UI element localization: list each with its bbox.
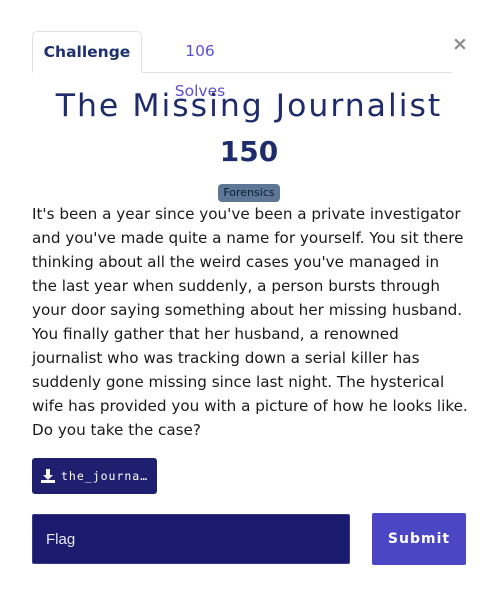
challenge-title: The Missing Journalist	[55, 88, 443, 124]
tab-solves[interactable]: 106 Solves	[159, 31, 241, 100]
tab-challenge[interactable]: Challenge	[32, 31, 142, 73]
category-badge-container: Forensics	[0, 181, 498, 202]
file-download-button[interactable]: the_journalist	[32, 458, 157, 494]
category-badge: Forensics	[218, 184, 280, 202]
close-button[interactable]: ×	[452, 35, 468, 54]
challenge-points: 150	[219, 135, 279, 168]
challenge-description: It's been a year since you've been a pri…	[32, 205, 468, 439]
flag-input[interactable]	[32, 514, 350, 564]
submit-button[interactable]: Submit	[372, 513, 466, 565]
file-name: the_journalist	[61, 469, 151, 483]
download-icon	[41, 469, 55, 483]
tab-bar: Challenge 106 Solves	[32, 31, 452, 100]
